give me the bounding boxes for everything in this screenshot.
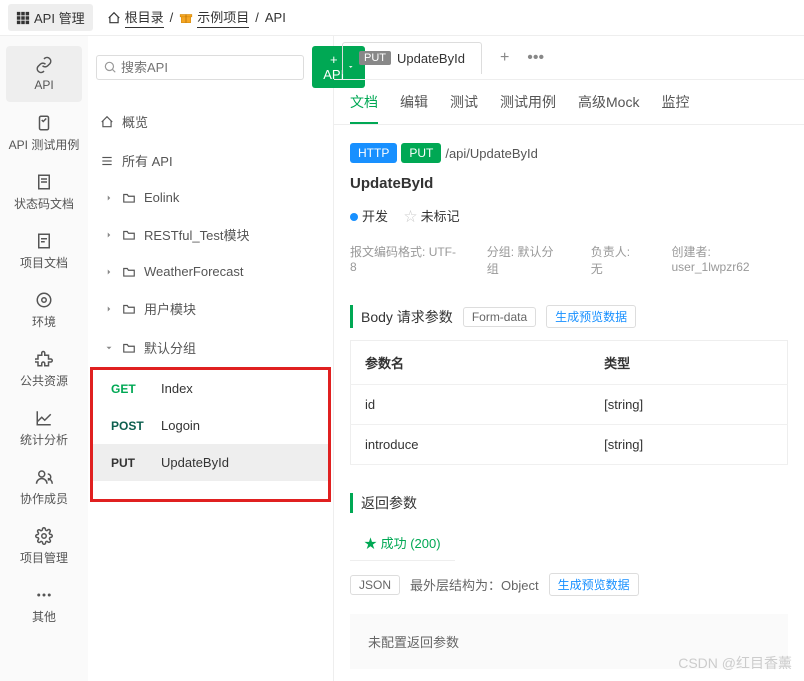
sidebar-item-settings[interactable]: 项目管理	[0, 517, 88, 576]
sub-tab-test[interactable]: 测试	[450, 92, 478, 124]
folder-icon	[122, 191, 136, 205]
env-icon	[35, 291, 53, 309]
body-type-chip: Form-data	[463, 307, 536, 327]
api-row[interactable]: POSTLogoin	[93, 407, 328, 444]
sidebar: API API 测试用例 状态码文档 项目文档 环境 公共资源 统计分析 协作成…	[0, 36, 88, 681]
sidebar-item-api[interactable]: API	[6, 46, 82, 102]
sidebar-item-public[interactable]: 公共资源	[0, 340, 88, 399]
tab-bar: PUT UpdateById + •••	[334, 36, 804, 80]
home-icon	[107, 11, 121, 25]
sub-tab-mock[interactable]: 高级Mock	[578, 92, 639, 124]
more-icon	[35, 586, 53, 604]
breadcrumb-api: API	[265, 10, 286, 25]
api-row[interactable]: GETIndex	[93, 370, 328, 407]
method-badge: PUT	[401, 143, 441, 163]
breadcrumb-project[interactable]: 示例项目	[179, 7, 249, 28]
tree-folder[interactable]: RESTful_Test模块	[88, 215, 333, 254]
tab[interactable]: PUT UpdateById	[342, 42, 482, 74]
sidebar-item-env[interactable]: 环境	[0, 281, 88, 340]
tab-method: PUT	[359, 51, 391, 65]
home-icon	[100, 115, 114, 129]
watermark: CSDN @红目香薰	[678, 653, 792, 673]
gear-icon	[35, 527, 53, 545]
module-badge[interactable]: API 管理	[8, 4, 93, 31]
protocol-badge: HTTP	[350, 143, 397, 163]
tab-more-button[interactable]: •••	[527, 49, 544, 67]
tree-folder-expanded[interactable]: 默认分组	[88, 328, 333, 367]
breadcrumb-root[interactable]: 根目录	[107, 7, 164, 28]
search-icon	[103, 60, 117, 74]
table-row: id[string]	[351, 385, 788, 425]
folder-icon	[122, 265, 136, 279]
chevron-down-icon	[104, 343, 114, 353]
sidebar-item-members[interactable]: 协作成员	[0, 458, 88, 517]
sidebar-item-projdoc[interactable]: 项目文档	[0, 222, 88, 281]
puzzle-icon	[35, 350, 53, 368]
tree-folder[interactable]: 用户模块	[88, 289, 333, 328]
gen-preview-button[interactable]: 生成预览数据	[546, 305, 636, 328]
tree-folder[interactable]: WeatherForecast	[88, 254, 333, 289]
chart-icon	[35, 409, 53, 427]
sidebar-item-stats[interactable]: 统计分析	[0, 399, 88, 458]
resp-format: JSON	[350, 575, 400, 595]
sub-tab-doc[interactable]: 文档	[350, 92, 378, 124]
sidebar-item-other[interactable]: 其他	[0, 576, 88, 635]
module-label: API 管理	[34, 8, 85, 27]
api-title: UpdateById	[350, 175, 788, 192]
gift-icon	[179, 11, 193, 25]
users-icon	[35, 468, 53, 486]
body-section-title: Body 请求参数 Form-data 生成预览数据	[350, 305, 788, 328]
sub-tab-monitor[interactable]: 监控	[661, 92, 689, 124]
folder-icon	[122, 341, 136, 355]
response-success-tab[interactable]: ★ 成功 (200)	[350, 525, 455, 561]
gen-preview-button[interactable]: 生成预览数据	[549, 573, 639, 596]
highlight-box: GETIndex POSTLogoin PUTUpdateById	[90, 367, 331, 502]
api-path: /api/UpdateById	[445, 146, 538, 161]
breadcrumb: 根目录 / 示例项目 / API	[107, 7, 286, 28]
tree-panel: + API 概览 所有 API Eolink RESTful_Test模块 We…	[88, 36, 334, 681]
chevron-right-icon	[104, 304, 114, 314]
tag-status[interactable]: ☆ 未标记	[404, 206, 460, 225]
table-row: introduce[string]	[351, 425, 788, 465]
dev-status: 开发	[350, 206, 388, 225]
test-icon	[35, 114, 53, 132]
sub-tab-testcase[interactable]: 测试用例	[500, 92, 556, 124]
list-icon	[100, 154, 114, 168]
content: PUT UpdateById + ••• 文档 编辑 测试 测试用例 高级Moc…	[334, 36, 804, 681]
api-row-selected[interactable]: PUTUpdateById	[93, 444, 328, 481]
resp-struct: 最外层结构为：Object	[410, 575, 539, 594]
page-icon	[35, 232, 53, 250]
chevron-right-icon	[104, 230, 114, 240]
tree-overview[interactable]: 概览	[88, 102, 333, 141]
response-section-title: 返回参数	[350, 493, 788, 513]
tree-all-api[interactable]: 所有 API	[88, 141, 333, 180]
param-table: 参数名类型 id[string] introduce[string]	[350, 340, 788, 465]
folder-icon	[122, 302, 136, 316]
chevron-right-icon	[104, 267, 114, 277]
sub-tabs: 文档 编辑 测试 测试用例 高级Mock 监控	[334, 80, 804, 125]
sidebar-item-testcase[interactable]: API 测试用例	[0, 104, 88, 163]
link-icon	[35, 56, 53, 74]
grid-icon	[16, 11, 30, 25]
add-tab-button[interactable]: +	[500, 49, 509, 67]
sidebar-item-status[interactable]: 状态码文档	[0, 163, 88, 222]
doc-icon	[35, 173, 53, 191]
tab-name: UpdateById	[397, 51, 465, 66]
chevron-right-icon	[104, 193, 114, 203]
meta-row: 报文编码格式: UTF-8 分组: 默认分组 负责人: 无 创建者: user_…	[350, 243, 788, 277]
top-bar: API 管理 根目录 / 示例项目 / API	[0, 0, 804, 36]
search-input[interactable]	[96, 55, 304, 80]
sub-tab-edit[interactable]: 编辑	[400, 92, 428, 124]
tree-folder[interactable]: Eolink	[88, 180, 333, 215]
folder-icon	[122, 228, 136, 242]
